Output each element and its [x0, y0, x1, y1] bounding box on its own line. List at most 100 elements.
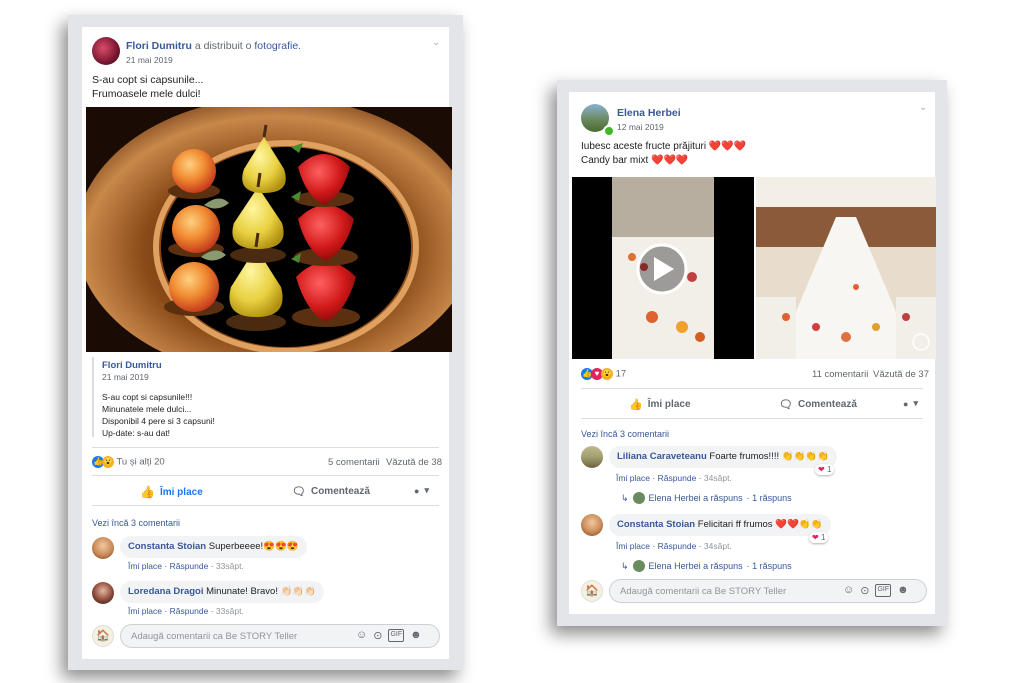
commenter-avatar[interactable]: [581, 446, 603, 468]
comment-like-link[interactable]: Îmi place: [128, 561, 162, 571]
view-more-comments[interactable]: Vezi încă 3 comentarii: [581, 429, 669, 439]
replies-link[interactable]: ↳ Elena Herbei a răspuns · 1 răspuns: [621, 492, 792, 504]
gif-icon[interactable]: GIF: [875, 584, 892, 597]
comment-time[interactable]: 34săpt.: [704, 473, 732, 483]
comment-reply-link[interactable]: Răspunde: [170, 561, 209, 571]
comment-meta: Îmi place · Răspunde · 34săpt.: [616, 541, 732, 551]
comment-bubble: Loredana Dragoi Minunate! Bravo! 👏🏻👏🏻👏🏻: [120, 581, 325, 603]
author-name[interactable]: Elena Herbei: [617, 107, 681, 119]
reply-arrow-icon: ↳: [621, 560, 629, 571]
replies-link[interactable]: ↳ Elena Herbei a răspuns · 1 răspuns: [621, 560, 792, 572]
reactions-text: Tu și alți 20: [116, 456, 165, 468]
comment-tools: ☺ ⊙ GIF ☻: [356, 629, 422, 642]
comments-count[interactable]: 11 comentarii: [812, 369, 868, 380]
views-count[interactable]: Văzută de 37: [873, 369, 929, 380]
comment-author[interactable]: Constanta Stoian: [617, 519, 695, 530]
comment-button[interactable]: 🗨 Comentează: [779, 398, 857, 411]
chevron-down-icon[interactable]: ⌄: [432, 37, 440, 48]
author-name[interactable]: Flori Dumitru: [126, 40, 192, 52]
post-photo[interactable]: [86, 107, 452, 352]
camera-icon[interactable]: ⊙: [860, 584, 869, 597]
comment-bubble: Constanta Stoian Superbeeee!😍😍😍: [120, 536, 307, 558]
comment-like-link[interactable]: Îmi place: [616, 541, 650, 551]
comment-tools: ☺ ⊙ GIF ☻: [843, 584, 909, 597]
commenter-avatar[interactable]: [92, 582, 114, 604]
commenter-avatar[interactable]: [581, 514, 603, 536]
share-options-button[interactable]: ● ▾: [414, 485, 429, 496]
wow-reaction-icon: 😮: [601, 368, 613, 380]
share-options-button[interactable]: ● ▾: [903, 398, 918, 409]
reply-count: · 1 răspuns: [746, 561, 792, 571]
comment-bubble-icon: 🗨: [292, 486, 306, 498]
comment-author[interactable]: Liliana Caraveteanu: [617, 451, 707, 462]
shared-author[interactable]: Flori Dumitru: [102, 360, 162, 371]
comment-button[interactable]: 🗨 Comentează: [292, 485, 370, 498]
banquet-hall-photo-icon: [756, 177, 936, 359]
caret-down-icon: ▾: [424, 485, 429, 495]
post-date[interactable]: 21 mai 2019: [126, 55, 173, 65]
emoji-icon[interactable]: ☺: [843, 584, 854, 597]
comment-reply-link[interactable]: Răspunde: [658, 541, 697, 551]
comments-count[interactable]: 5 comentarii: [328, 457, 380, 468]
reply-text: Elena Herbei a răspuns: [648, 493, 743, 503]
reactions-summary[interactable]: 👍 ♥ 😮 17: [581, 368, 626, 380]
comment-reaction-badge[interactable]: ❤ 1: [809, 532, 829, 543]
shared-text-line: S-au copt si capsunile!!!: [102, 392, 193, 402]
video-thumbnail-icon: [572, 177, 754, 359]
heart-icon: ❤: [812, 533, 819, 542]
comment-bubble-icon: 🗨: [779, 399, 793, 411]
right-post: Elena Herbei 12 mai 2019 ⌄ Iubesc aceste…: [569, 92, 936, 614]
comment-text: Felicitari ff frumos ❤️❤️👏👏: [697, 519, 823, 530]
post-photo[interactable]: [756, 177, 936, 359]
emoji-icon[interactable]: ☺: [356, 629, 367, 642]
view-more-comments[interactable]: Vezi încă 3 comentarii: [92, 518, 180, 528]
camera-icon[interactable]: ⊙: [373, 629, 382, 642]
gif-icon[interactable]: GIF: [388, 629, 405, 642]
post-text-line: Frumoasele mele dulci!: [92, 88, 201, 100]
shared-text: S-au copt si capsunile!!! Minunatele mel…: [102, 391, 215, 439]
reactions-summary[interactable]: 👍😮 Tu și alți 20: [92, 456, 165, 468]
comment-text: Foarte frumos!!!! 👏👏👏👏: [709, 451, 830, 462]
thumbs-up-icon: 👍: [140, 485, 155, 499]
page-avatar[interactable]: 🏠: [92, 625, 114, 647]
comment-like-link[interactable]: Îmi place: [128, 606, 162, 616]
divider: [92, 447, 439, 448]
commenter-avatar[interactable]: [92, 537, 114, 559]
sticker-icon[interactable]: ☻: [410, 629, 422, 642]
right-post-card: Elena Herbei 12 mai 2019 ⌄ Iubesc aceste…: [557, 80, 947, 626]
comment-meta: Îmi place · Răspunde · 33săpt.: [128, 606, 244, 616]
comment-reaction-count: 1: [820, 533, 826, 542]
sticker-icon[interactable]: ☻: [897, 584, 909, 597]
reactions-count: 17: [615, 368, 627, 380]
like-button[interactable]: 👍 Îmi place: [629, 398, 691, 411]
views-count[interactable]: Văzută de 38: [386, 457, 442, 468]
comment-like-link[interactable]: Îmi place: [616, 473, 650, 483]
comment-author[interactable]: Constanta Stoian: [128, 541, 206, 552]
comment-label: Comentează: [797, 399, 857, 410]
comment-input-placeholder: Adaugă comentarii ca Be STORY Teller: [620, 585, 787, 597]
chevron-down-icon[interactable]: ⌄: [919, 102, 927, 113]
post-date[interactable]: 12 mai 2019: [617, 122, 664, 132]
author-avatar[interactable]: [92, 37, 120, 65]
shared-text-line: Minunatele mele dulci...: [102, 404, 192, 414]
shared-date[interactable]: 21 mai 2019: [102, 372, 149, 382]
reply-avatar: [632, 560, 645, 572]
like-button[interactable]: 👍 Îmi place: [140, 485, 203, 499]
comment-time[interactable]: 34săpt.: [704, 541, 732, 551]
comment-time[interactable]: 33săpt.: [216, 606, 244, 616]
comment-meta: Îmi place · Răspunde · 33săpt.: [128, 561, 244, 571]
online-status-icon: [603, 125, 615, 137]
comment-reply-link[interactable]: Răspunde: [170, 606, 209, 616]
comment-time[interactable]: 33săpt.: [216, 561, 244, 571]
post-text: S-au copt si capsunile... Frumoasele mel…: [92, 73, 203, 101]
comment-reaction-badge[interactable]: ❤ 1: [815, 464, 835, 475]
comment-input-placeholder: Adaugă comentarii ca Be STORY Teller: [131, 630, 298, 642]
post-video[interactable]: [572, 177, 754, 359]
post-text: Iubesc aceste fructe prăjituri ❤️❤️❤️ Ca…: [581, 140, 746, 168]
post-action-link[interactable]: fotografie.: [254, 40, 301, 52]
comment-author[interactable]: Loredana Dragoi: [128, 586, 204, 597]
comment-bubble: Liliana Caraveteanu Foarte frumos!!!! 👏👏…: [609, 446, 838, 468]
wow-reaction-icon: 😮: [102, 456, 114, 468]
comment-reply-link[interactable]: Răspunde: [658, 473, 697, 483]
page-avatar[interactable]: 🏠: [581, 580, 603, 602]
